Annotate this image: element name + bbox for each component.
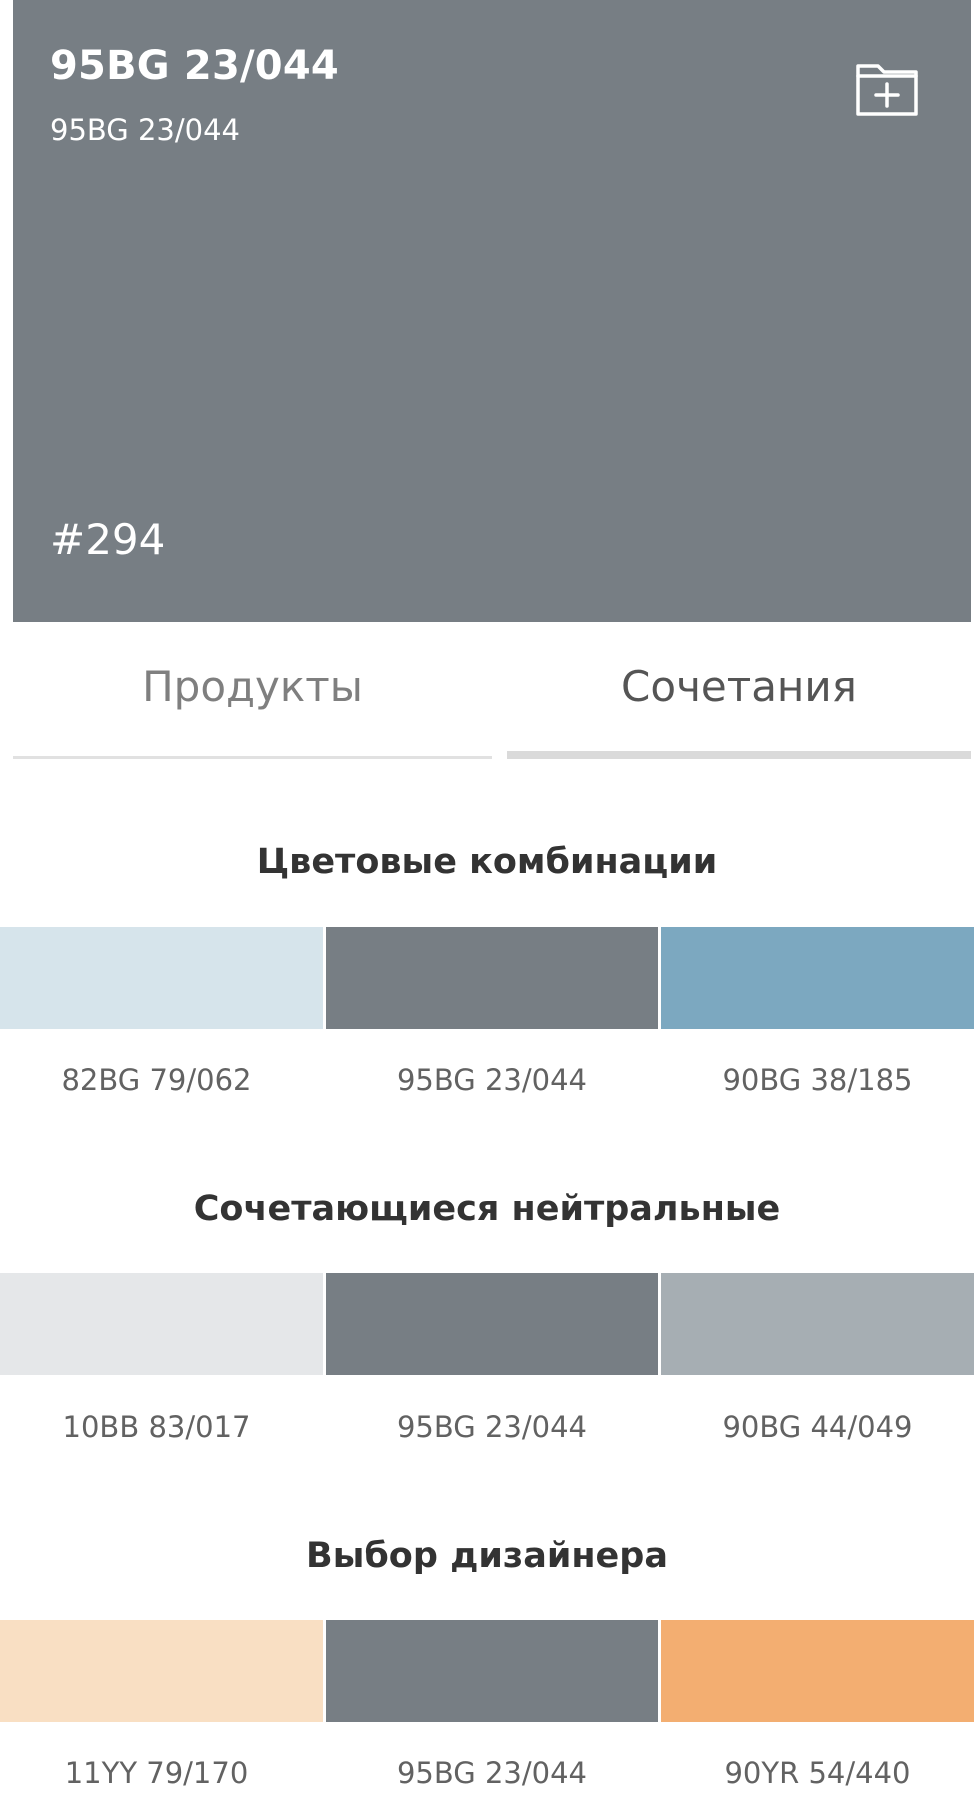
swatch-labels-matching-neutrals: 10BB 83/017 95BG 23/044 90BG 44/049: [0, 1410, 974, 1454]
swatch[interactable]: [0, 927, 323, 1029]
swatch-row-color-combinations: [0, 927, 974, 1029]
swatch[interactable]: [0, 1620, 323, 1722]
section-title-designer-choice: Выбор дизайнера: [306, 1536, 668, 1576]
swatch-code[interactable]: 90YR 54/440: [661, 1756, 974, 1790]
folder-plus-icon[interactable]: [854, 60, 920, 118]
swatch-row-designer-choice: [0, 1620, 974, 1722]
swatch-labels-color-combinations: 82BG 79/062 95BG 23/044 90BG 38/185: [0, 1063, 974, 1107]
section-title-color-combinations: Цветовые комбинации: [256, 842, 718, 882]
tab-products[interactable]: Продукты: [13, 622, 492, 759]
swatch[interactable]: [326, 1620, 658, 1722]
tab-products-underline: [13, 756, 492, 759]
tab-combinations[interactable]: Сочетания: [507, 622, 971, 759]
color-hero: 95BG 23/044 95BG 23/044 #294: [13, 0, 971, 622]
color-subtitle: 95BG 23/044: [50, 113, 241, 147]
tab-combinations-label: Сочетания: [621, 662, 857, 711]
swatch[interactable]: [661, 1273, 974, 1375]
color-title: 95BG 23/044: [50, 43, 339, 89]
swatch-labels-designer-choice: 11YY 79/170 95BG 23/044 90YR 54/440: [0, 1756, 974, 1800]
swatch[interactable]: [661, 927, 974, 1029]
swatch-code[interactable]: 95BG 23/044: [326, 1756, 658, 1790]
tab-combinations-underline: [507, 751, 971, 759]
tab-products-label: Продукты: [142, 662, 363, 711]
swatch-code[interactable]: 90BG 38/185: [661, 1063, 974, 1097]
color-number: #294: [50, 515, 166, 564]
swatch-code[interactable]: 10BB 83/017: [0, 1410, 313, 1444]
swatch-row-matching-neutrals: [0, 1273, 974, 1375]
swatch[interactable]: [326, 927, 658, 1029]
swatch-code[interactable]: 11YY 79/170: [0, 1756, 313, 1790]
tab-bar: Продукты Сочетания: [13, 622, 971, 759]
swatch[interactable]: [0, 1273, 323, 1375]
section-title-matching-neutrals: Сочетающиеся нейтральные: [193, 1189, 781, 1229]
swatch-code[interactable]: 95BG 23/044: [326, 1063, 658, 1097]
swatch[interactable]: [326, 1273, 658, 1375]
swatch-code[interactable]: 90BG 44/049: [661, 1410, 974, 1444]
swatch[interactable]: [661, 1620, 974, 1722]
swatch-code[interactable]: 95BG 23/044: [326, 1410, 658, 1444]
swatch-code[interactable]: 82BG 79/062: [0, 1063, 313, 1097]
